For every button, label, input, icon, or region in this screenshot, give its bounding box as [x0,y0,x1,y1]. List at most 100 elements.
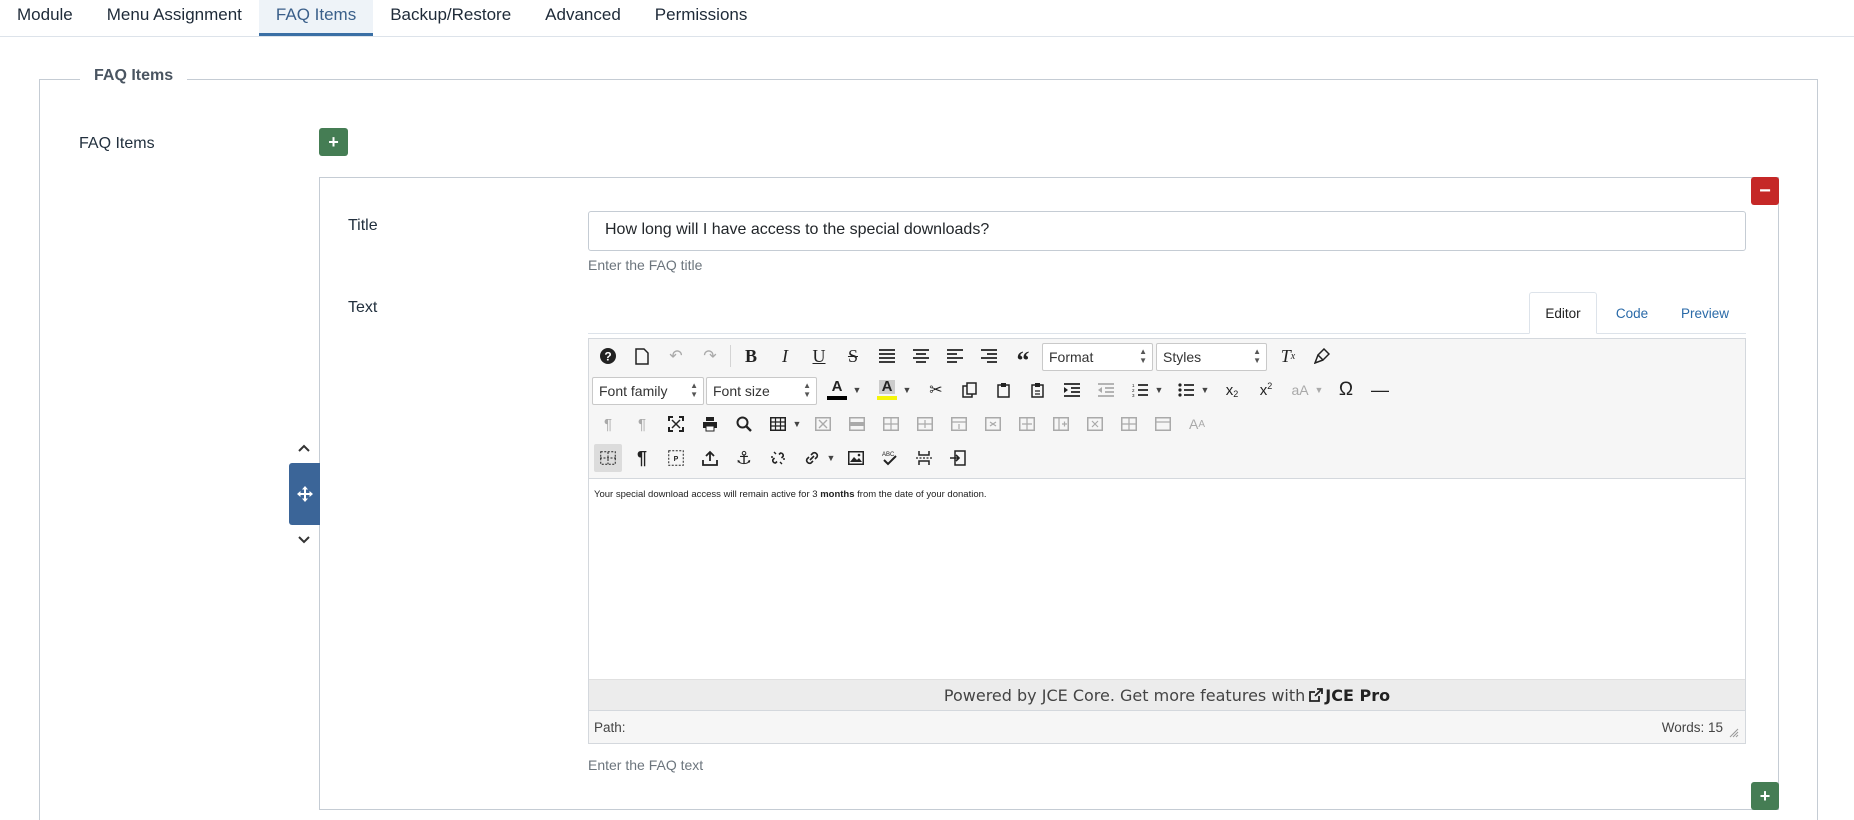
redo-icon[interactable]: ↷ [696,342,724,370]
insert-row-before-icon[interactable] [911,410,939,438]
indent-icon[interactable] [1058,376,1086,404]
merge-cells-icon[interactable] [1149,410,1177,438]
format-select-label: Format [1049,349,1094,365]
show-blocks-icon[interactable]: P [662,444,690,472]
ltr-direction-icon[interactable]: ¶ [594,410,622,438]
tab-permissions[interactable]: Permissions [638,0,765,36]
title-input[interactable]: How long will I have access to the speci… [588,211,1746,251]
unlink-icon[interactable] [764,444,792,472]
numbered-list-icon[interactable]: 123 [1126,376,1154,404]
move-down-icon[interactable] [296,533,312,547]
title-label: Title [348,217,378,234]
powered-by-banner: Powered by JCE Core. Get more features w… [589,679,1745,710]
insert-file-icon[interactable] [944,444,972,472]
font-size-select[interactable]: Font size ▲ ▼ [706,377,817,405]
special-character-icon[interactable]: Ω [1332,376,1360,404]
font-family-select[interactable]: Font family ▲ ▼ [592,377,704,405]
cleanup-brush-icon[interactable] [1308,342,1336,370]
tab-advanced[interactable]: Advanced [528,0,638,36]
chevron-down-icon[interactable]: ▼ [1200,376,1210,404]
chevron-down-icon[interactable]: ▼ [1154,376,1164,404]
delete-column-icon[interactable] [1081,410,1109,438]
text-color-icon[interactable]: A [823,376,851,404]
move-up-icon[interactable] [296,441,312,455]
add-item-button[interactable]: + [319,128,348,156]
spellcheck-icon[interactable]: ABC [876,444,904,472]
paste-icon[interactable] [990,376,1018,404]
add-item-below-button[interactable]: + [1751,782,1779,810]
jce-pro-link[interactable]: JCE Pro [1309,686,1390,705]
copy-icon[interactable] [956,376,984,404]
table-icon[interactable] [764,410,792,438]
resize-grip-icon[interactable] [1729,728,1739,738]
page-break-icon[interactable] [910,444,938,472]
italic-icon[interactable]: I [771,342,799,370]
align-left-icon[interactable] [941,342,969,370]
text-case-icon[interactable]: aA [1286,376,1314,404]
align-center-icon[interactable] [907,342,935,370]
content-text: Your special download access will remain… [594,489,821,500]
insert-row-after-icon[interactable] [945,410,973,438]
chevron-down-icon[interactable]: ▼ [826,444,836,472]
horizontal-rule-icon[interactable]: — [1366,376,1394,404]
tab-editor[interactable]: Editor [1529,292,1597,334]
new-document-icon[interactable] [628,342,656,370]
select-arrows-icon: ▲ ▼ [1139,347,1147,365]
tab-menu-assignment[interactable]: Menu Assignment [90,0,259,36]
paste-text-icon[interactable] [1024,376,1052,404]
paragraph-marks-icon[interactable]: ¶ [628,444,656,472]
anchor-icon[interactable]: ⚓ [730,444,758,472]
delete-table-icon[interactable] [809,410,837,438]
bold-icon[interactable]: B [737,342,765,370]
blockquote-icon[interactable]: “ [1009,342,1037,375]
search-icon[interactable] [730,410,758,438]
clear-formatting-icon[interactable]: Tx [1274,342,1302,370]
remove-item-button[interactable]: − [1751,177,1779,205]
fieldset-legend: FAQ Items [80,67,188,85]
insert-column-after-icon[interactable] [1047,410,1075,438]
strikethrough-icon[interactable]: S [839,342,867,370]
subscript-icon[interactable]: x2 [1218,376,1246,404]
styles-select[interactable]: Styles ▲ ▼ [1156,343,1267,371]
tab-faq-items[interactable]: FAQ Items [258,0,374,36]
svg-text:P: P [674,456,679,463]
format-select[interactable]: Format ▲ ▼ [1042,343,1153,371]
editor-content[interactable]: Your special download access will remain… [589,480,1745,679]
select-arrows-icon: ▲ ▼ [1253,347,1261,365]
chevron-down-icon[interactable]: ▼ [852,376,862,404]
help-icon[interactable]: ? [594,342,622,370]
print-icon[interactable] [696,410,724,438]
row-properties-icon[interactable] [843,410,871,438]
tab-preview[interactable]: Preview [1668,292,1742,334]
bullet-list-icon[interactable] [1172,376,1200,404]
background-color-icon[interactable]: A [873,376,901,404]
tab-code[interactable]: Code [1600,292,1664,334]
cut-icon[interactable]: ✂ [922,376,950,404]
editor-statusbar: Path: Words: 15 [589,710,1745,743]
style-icon[interactable]: AA [1183,410,1211,438]
image-icon[interactable] [842,444,870,472]
insert-column-before-icon[interactable] [1013,410,1041,438]
chevron-down-icon[interactable]: ▼ [792,410,802,438]
drag-handle[interactable] [289,463,320,525]
chevron-down-icon[interactable]: ▼ [902,376,912,404]
split-cells-icon[interactable] [1115,410,1143,438]
underline-icon[interactable]: U [805,342,833,370]
cell-properties-icon[interactable] [877,410,905,438]
align-right-icon[interactable] [975,342,1003,370]
link-icon[interactable] [798,444,826,472]
text-hint: Enter the FAQ text [588,757,704,773]
rtl-direction-icon[interactable]: ¶ [628,410,656,438]
superscript-icon[interactable]: x2 [1252,376,1280,404]
tab-module[interactable]: Module [0,0,90,36]
outdent-icon[interactable] [1092,376,1120,404]
upload-icon[interactable] [696,444,724,472]
chevron-down-icon[interactable]: ▼ [1314,376,1324,404]
justify-icon[interactable] [873,342,901,370]
undo-icon[interactable]: ↶ [662,342,690,370]
tab-backup-restore[interactable]: Backup/Restore [373,0,528,36]
move-arrows-icon [296,486,313,502]
delete-row-icon[interactable] [979,410,1007,438]
visual-aid-icon[interactable] [594,444,622,472]
fullscreen-icon[interactable] [662,410,690,438]
